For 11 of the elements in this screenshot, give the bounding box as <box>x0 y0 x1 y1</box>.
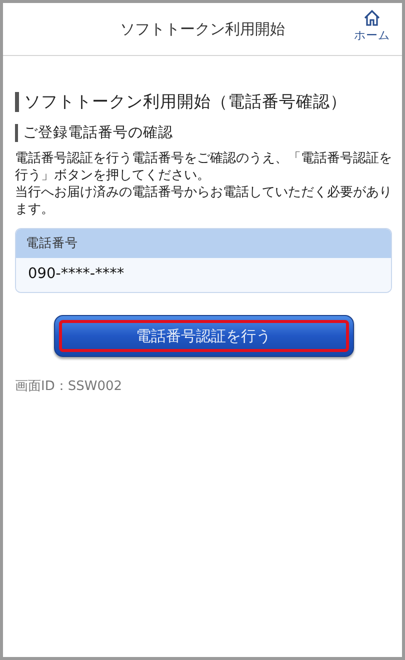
instruction-text: 電話番号認証を行う電話番号をご確認のうえ、「電話番号認証を行う」ボタンを押してください。 <box>15 150 392 184</box>
home-icon <box>363 9 381 27</box>
page-title: ソフトトークン利用開始（電話番号確認） <box>15 92 392 112</box>
verify-phone-button[interactable]: 電話番号認証を行う <box>54 315 354 357</box>
instruction-text: 当行へお届け済みの電話番号からお電話していただく必要があります。 <box>15 184 392 218</box>
home-link[interactable]: ホーム <box>354 9 390 43</box>
section-title: ご登録電話番号の確認 <box>15 124 392 142</box>
phone-label: 電話番号 <box>16 229 391 258</box>
header-title: ソフトトークン利用開始 <box>120 20 285 38</box>
screen-id: 画面ID：SSW002 <box>15 378 124 395</box>
phone-number: 090-****-**** <box>16 258 391 292</box>
